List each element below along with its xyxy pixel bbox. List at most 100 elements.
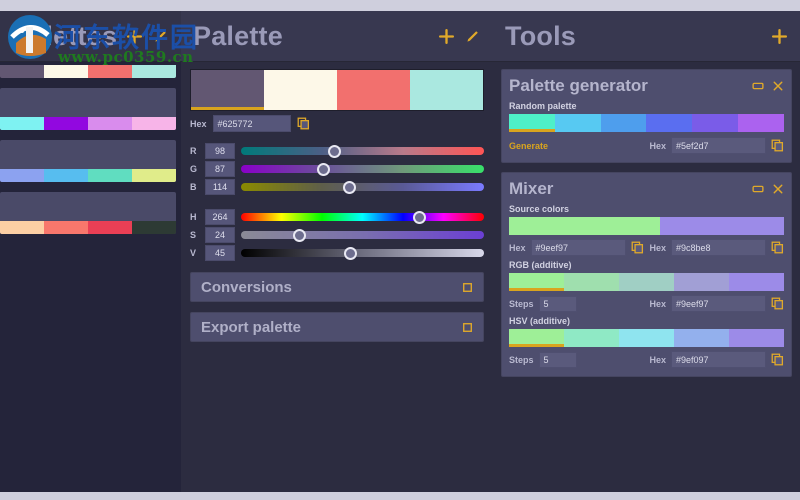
color-swatch[interactable] <box>264 70 337 110</box>
edit-palette-icon[interactable] <box>152 28 169 45</box>
slider-row-b: B 114 <box>190 178 484 196</box>
slider-label-h: H <box>190 212 197 222</box>
copy-icon[interactable] <box>771 241 784 254</box>
palette-generator-title: Palette generator <box>509 76 648 95</box>
minimize-icon[interactable] <box>752 80 764 92</box>
source-a-hex-input[interactable]: #9eef97 <box>530 239 626 256</box>
rgb-hex-label: Hex <box>649 298 666 309</box>
slider-knob-r[interactable] <box>327 144 341 158</box>
export-palette-label: Export palette <box>201 318 302 336</box>
slider-knob-g[interactable] <box>317 162 331 176</box>
slider-track-h[interactable] <box>241 210 484 224</box>
main-frame: Palettes Palette Hex #625772 R 98 G 87 B… <box>0 11 800 492</box>
palettes-title: Palettes <box>12 20 118 51</box>
random-palette-ramp[interactable] <box>509 114 784 132</box>
slider-track-r[interactable] <box>241 144 484 158</box>
source-b-field: Hex #9c8be8 <box>649 239 784 256</box>
export-palette-button[interactable]: Export palette <box>190 312 484 342</box>
close-icon[interactable] <box>772 80 784 92</box>
mixer-panel: Mixer Source colors Hex #9eef97 Hex #9c8… <box>501 172 792 377</box>
palette-generator-panel: Palette generator Random palette Generat… <box>501 69 792 163</box>
list-item[interactable] <box>0 62 176 78</box>
conversions-button[interactable]: Conversions <box>190 272 484 302</box>
slider-label-v: V <box>190 248 197 258</box>
slider-label-g: G <box>190 164 198 174</box>
expand-icon[interactable] <box>462 282 473 293</box>
slider-track-s[interactable] <box>241 228 484 242</box>
page-title: Palette <box>193 20 283 51</box>
add-palette-icon[interactable] <box>126 28 143 45</box>
slider-knob-v[interactable] <box>343 246 357 260</box>
conversions-label: Conversions <box>201 278 292 296</box>
hsv-steps-input[interactable]: 5 <box>538 351 577 368</box>
rgb-additive-label: RGB (additive) <box>509 260 572 270</box>
list-item[interactable] <box>0 192 176 234</box>
source-colors-ramp[interactable] <box>509 217 784 235</box>
slider-value-r[interactable]: 98 <box>205 143 235 159</box>
palettes-list[interactable] <box>0 62 181 492</box>
slider-value-h[interactable]: 264 <box>205 209 235 225</box>
palette-generator-window-controls <box>752 80 784 92</box>
slider-row-s: S 24 <box>190 226 484 244</box>
close-icon[interactable] <box>772 183 784 195</box>
tools-header: Tools <box>493 11 800 62</box>
rgb-controls-row: Steps 5 Hex #9eef97 <box>509 295 784 312</box>
slider-track-b[interactable] <box>241 180 484 194</box>
hsv-hex-input[interactable]: #9ef097 <box>671 351 766 368</box>
hex-input[interactable]: #625772 <box>212 115 291 132</box>
add-color-icon[interactable] <box>438 28 455 45</box>
palette-body: Hex #625772 R 98 G 87 B 114 H 264 S 24 V… <box>181 62 493 492</box>
slider-knob-s[interactable] <box>292 228 306 242</box>
copy-icon[interactable] <box>771 139 784 152</box>
window-title-bar <box>0 0 800 11</box>
list-item[interactable] <box>0 88 176 130</box>
color-swatch[interactable] <box>410 70 483 110</box>
minimize-icon[interactable] <box>752 183 764 195</box>
rgb-hex-input[interactable]: #9eef97 <box>671 295 766 312</box>
slider-row-g: G 87 <box>190 160 484 178</box>
rgb-steps-input[interactable]: 5 <box>538 295 577 312</box>
copy-icon[interactable] <box>297 117 310 130</box>
slider-track-g[interactable] <box>241 162 484 176</box>
source-b-hex-label: Hex <box>649 242 666 253</box>
copy-icon[interactable] <box>771 353 784 366</box>
color-swatch[interactable] <box>337 70 410 110</box>
palette-strip <box>0 65 176 78</box>
color-swatch[interactable] <box>191 70 264 110</box>
add-tool-icon[interactable] <box>771 28 788 45</box>
hsv-hex-label: Hex <box>649 354 666 365</box>
palette-header: Palette <box>181 11 493 62</box>
source-a-hex-value: #9eef97 <box>535 242 569 253</box>
slider-knob-b[interactable] <box>343 180 357 194</box>
hex-value: #625772 <box>217 118 253 129</box>
rgb-mix-ramp[interactable] <box>509 273 784 291</box>
palette-swatches[interactable] <box>190 69 484 111</box>
slider-value-g[interactable]: 87 <box>205 161 235 177</box>
generator-hex-label: Hex <box>649 140 666 151</box>
color-sliders: R 98 G 87 B 114 H 264 S 24 V 45 <box>190 142 484 262</box>
copy-icon[interactable] <box>771 297 784 310</box>
window-status-bar <box>0 492 800 500</box>
generator-hex-input[interactable]: #5ef2d7 <box>671 137 766 154</box>
tools-title: Tools <box>505 20 576 51</box>
source-colors-label: Source colors <box>509 204 570 214</box>
generate-button[interactable]: Generate <box>509 141 548 151</box>
hsv-steps-label: Steps <box>509 354 534 365</box>
expand-icon[interactable] <box>462 322 473 333</box>
slider-value-v[interactable]: 45 <box>205 245 235 261</box>
list-item[interactable] <box>0 140 176 182</box>
slider-value-s[interactable]: 24 <box>205 227 235 243</box>
slider-value-b[interactable]: 114 <box>205 179 235 195</box>
hsv-additive-label: HSV (additive) <box>509 316 571 326</box>
mixer-header: Mixer <box>509 179 784 199</box>
slider-knob-h[interactable] <box>412 210 426 224</box>
edit-color-icon[interactable] <box>464 28 481 45</box>
palettes-header: Palettes <box>0 11 181 62</box>
source-b-hex-input[interactable]: #9c8be8 <box>671 239 766 256</box>
hex-field-row: Hex #625772 <box>190 115 484 132</box>
copy-icon[interactable] <box>631 241 644 254</box>
hsv-controls-row: Steps 5 Hex #9ef097 <box>509 351 784 368</box>
hsv-mix-ramp[interactable] <box>509 329 784 347</box>
tools-header-actions <box>771 28 788 45</box>
slider-track-v[interactable] <box>241 246 484 260</box>
